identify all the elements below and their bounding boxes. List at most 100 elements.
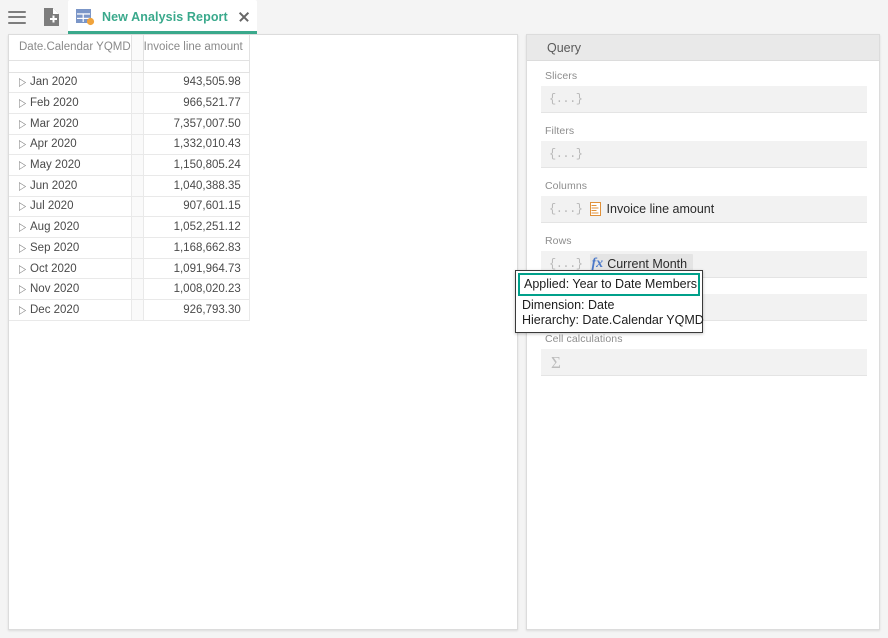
table-row[interactable]: ▷ Feb 2020 966,521.77 bbox=[9, 92, 250, 114]
query-section-slicers: Slicers {...} bbox=[541, 67, 867, 113]
row-header-cell[interactable]: ▷ Jan 2020 bbox=[9, 72, 132, 94]
measure-value-cell[interactable]: 1,052,251.12 bbox=[143, 216, 250, 238]
crosstab-table: Date.Calendar YQMD Invoice line amount ▷… bbox=[9, 35, 250, 321]
row-header-label: Feb 2020 bbox=[30, 97, 79, 110]
row-gap-cell bbox=[131, 237, 144, 259]
tooltip-dimension-line: Dimension: Date bbox=[522, 298, 615, 312]
table-row[interactable]: ▷ Sep 2020 1,168,662.83 bbox=[9, 237, 250, 259]
expand-triangle-icon[interactable]: ▷ bbox=[19, 179, 28, 193]
dropzone-slicers[interactable]: {...} bbox=[541, 86, 867, 113]
table-row[interactable]: ▷ Jul 2020 907,601.15 bbox=[9, 196, 250, 218]
expand-triangle-icon[interactable]: ▷ bbox=[19, 262, 28, 276]
query-item-invoice-line-amount[interactable]: Invoice line amount bbox=[589, 200, 721, 218]
table-row[interactable]: ▷ Jun 2020 1,040,388.35 bbox=[9, 175, 250, 197]
expand-triangle-icon[interactable]: ▷ bbox=[19, 76, 28, 90]
row-gap-cell bbox=[131, 72, 144, 94]
expand-triangle-icon[interactable]: ▷ bbox=[19, 97, 28, 111]
row-header-cell[interactable]: ▷ Nov 2020 bbox=[9, 278, 132, 301]
crosstab-header: Date.Calendar YQMD Invoice line amount bbox=[9, 35, 250, 61]
row-header-cell[interactable]: ▷ Feb 2020 bbox=[9, 92, 132, 114]
expand-triangle-icon[interactable]: ▷ bbox=[19, 304, 28, 318]
expand-triangle-icon[interactable]: ▷ bbox=[19, 159, 28, 173]
measure-value-cell[interactable]: 1,091,964.73 bbox=[143, 258, 250, 280]
query-section-filters: Filters {...} bbox=[541, 122, 867, 168]
row-gap-cell bbox=[131, 278, 144, 301]
expand-triangle-icon[interactable]: ▷ bbox=[19, 283, 28, 297]
table-row[interactable]: ▷ Oct 2020 1,091,964.73 bbox=[9, 258, 250, 280]
row-header-label: Nov 2020 bbox=[30, 283, 80, 296]
measure-value-cell[interactable]: 1,168,662.83 bbox=[143, 237, 250, 259]
measure-value-cell[interactable]: 966,521.77 bbox=[143, 92, 250, 114]
row-header-label: Sep 2020 bbox=[30, 241, 80, 254]
measure-value-cell[interactable]: 1,008,020.23 bbox=[143, 278, 250, 301]
dropzone-filters[interactable]: {...} bbox=[541, 141, 867, 168]
measure-icon bbox=[589, 202, 601, 216]
table-row[interactable]: ▷ Jan 2020 943,505.98 bbox=[9, 72, 250, 94]
measure-value-cell[interactable]: 943,505.98 bbox=[143, 72, 250, 94]
expand-triangle-icon[interactable]: ▷ bbox=[19, 200, 28, 214]
query-panel-header: Query bbox=[527, 35, 879, 61]
row-header-cell[interactable]: ▷ Dec 2020 bbox=[9, 299, 132, 321]
new-document-glyph bbox=[43, 8, 59, 26]
row-header-cell[interactable]: ▷ May 2020 bbox=[9, 154, 132, 176]
row-header-label: Oct 2020 bbox=[30, 262, 77, 275]
row-gap-cell bbox=[131, 196, 144, 218]
column-header-gap bbox=[131, 35, 144, 61]
row-gap-cell bbox=[131, 154, 144, 176]
spacer-cell-gap bbox=[131, 60, 144, 73]
row-gap-cell bbox=[131, 175, 144, 197]
row-header-label: Jun 2020 bbox=[30, 179, 78, 192]
spacer-cell-row bbox=[9, 60, 132, 73]
row-gap-cell bbox=[131, 113, 144, 135]
row-header-cell[interactable]: ▷ Aug 2020 bbox=[9, 216, 132, 238]
row-header-cell[interactable]: ▷ Oct 2020 bbox=[9, 258, 132, 280]
hamburger-glyph bbox=[8, 10, 26, 24]
query-label-columns: Columns bbox=[545, 180, 588, 192]
query-section-columns: Columns {...} Invoice line amount bbox=[541, 177, 867, 223]
table-row[interactable]: ▷ Nov 2020 1,008,020.23 bbox=[9, 278, 250, 301]
crosstab-body: ▷ Jan 2020 943,505.98 ▷ Feb 2020 966,521.77 ▷ M… bbox=[9, 60, 250, 321]
tab-new-analysis-report[interactable]: New Analysis Report bbox=[68, 0, 257, 34]
sigma-icon: Σ bbox=[551, 352, 561, 372]
query-label-rows: Rows bbox=[545, 235, 572, 247]
expand-triangle-icon[interactable]: ▷ bbox=[19, 117, 28, 131]
row-header-cell[interactable]: ▷ Apr 2020 bbox=[9, 134, 132, 156]
query-label-slicers: Slicers bbox=[545, 70, 578, 82]
row-header-label: May 2020 bbox=[30, 159, 81, 172]
row-header-cell[interactable]: ▷ Mar 2020 bbox=[9, 113, 132, 135]
measure-value-cell[interactable]: 7,357,007.50 bbox=[143, 113, 250, 135]
close-icon[interactable] bbox=[237, 10, 251, 24]
expand-triangle-icon[interactable]: ▷ bbox=[19, 221, 28, 235]
dropzone-columns[interactable]: {...} Invoice line amount bbox=[541, 196, 867, 223]
dropzone-placeholder-icon: {...} bbox=[549, 92, 583, 106]
row-gap-cell bbox=[131, 216, 144, 238]
row-header-cell[interactable]: ▷ Jul 2020 bbox=[9, 196, 132, 218]
dropzone-cell-calculations[interactable]: Σ bbox=[541, 349, 867, 376]
column-header-row-dimension[interactable]: Date.Calendar YQMD bbox=[9, 35, 132, 61]
table-row[interactable]: ▷ May 2020 1,150,805.24 bbox=[9, 154, 250, 176]
table-row[interactable]: ▷ Mar 2020 7,357,007.50 bbox=[9, 113, 250, 135]
table-row[interactable]: ▷ Apr 2020 1,332,010.43 bbox=[9, 134, 250, 156]
measure-value-cell[interactable]: 907,601.15 bbox=[143, 196, 250, 218]
table-row[interactable]: ▷ Aug 2020 1,052,251.12 bbox=[9, 216, 250, 238]
measure-value-cell[interactable]: 1,040,388.35 bbox=[143, 175, 250, 197]
dropzone-placeholder-icon: {...} bbox=[549, 257, 583, 271]
spacer-cell-value bbox=[143, 60, 250, 73]
expand-triangle-icon[interactable]: ▷ bbox=[19, 138, 28, 152]
row-header-label: Mar 2020 bbox=[30, 117, 79, 130]
measure-value-cell[interactable]: 1,332,010.43 bbox=[143, 134, 250, 156]
new-document-icon[interactable] bbox=[34, 0, 68, 34]
row-header-cell[interactable]: ▷ Sep 2020 bbox=[9, 237, 132, 259]
measure-value-cell[interactable]: 926,793.30 bbox=[143, 299, 250, 321]
row-gap-cell bbox=[131, 258, 144, 280]
hamburger-menu-icon[interactable] bbox=[0, 0, 34, 34]
expand-triangle-icon[interactable]: ▷ bbox=[19, 241, 28, 255]
tooltip-hierarchy-line: Hierarchy: Date.Calendar YQMD bbox=[522, 313, 704, 327]
dropzone-placeholder-icon: {...} bbox=[549, 202, 583, 216]
query-item-label: Current Month bbox=[607, 257, 688, 271]
table-row[interactable]: ▷ Dec 2020 926,793.30 bbox=[9, 299, 250, 321]
column-header-measure[interactable]: Invoice line amount bbox=[143, 35, 250, 61]
row-header-cell[interactable]: ▷ Jun 2020 bbox=[9, 175, 132, 197]
measure-value-cell[interactable]: 1,150,805.24 bbox=[143, 154, 250, 176]
crosstab-spacer-row bbox=[9, 60, 250, 73]
